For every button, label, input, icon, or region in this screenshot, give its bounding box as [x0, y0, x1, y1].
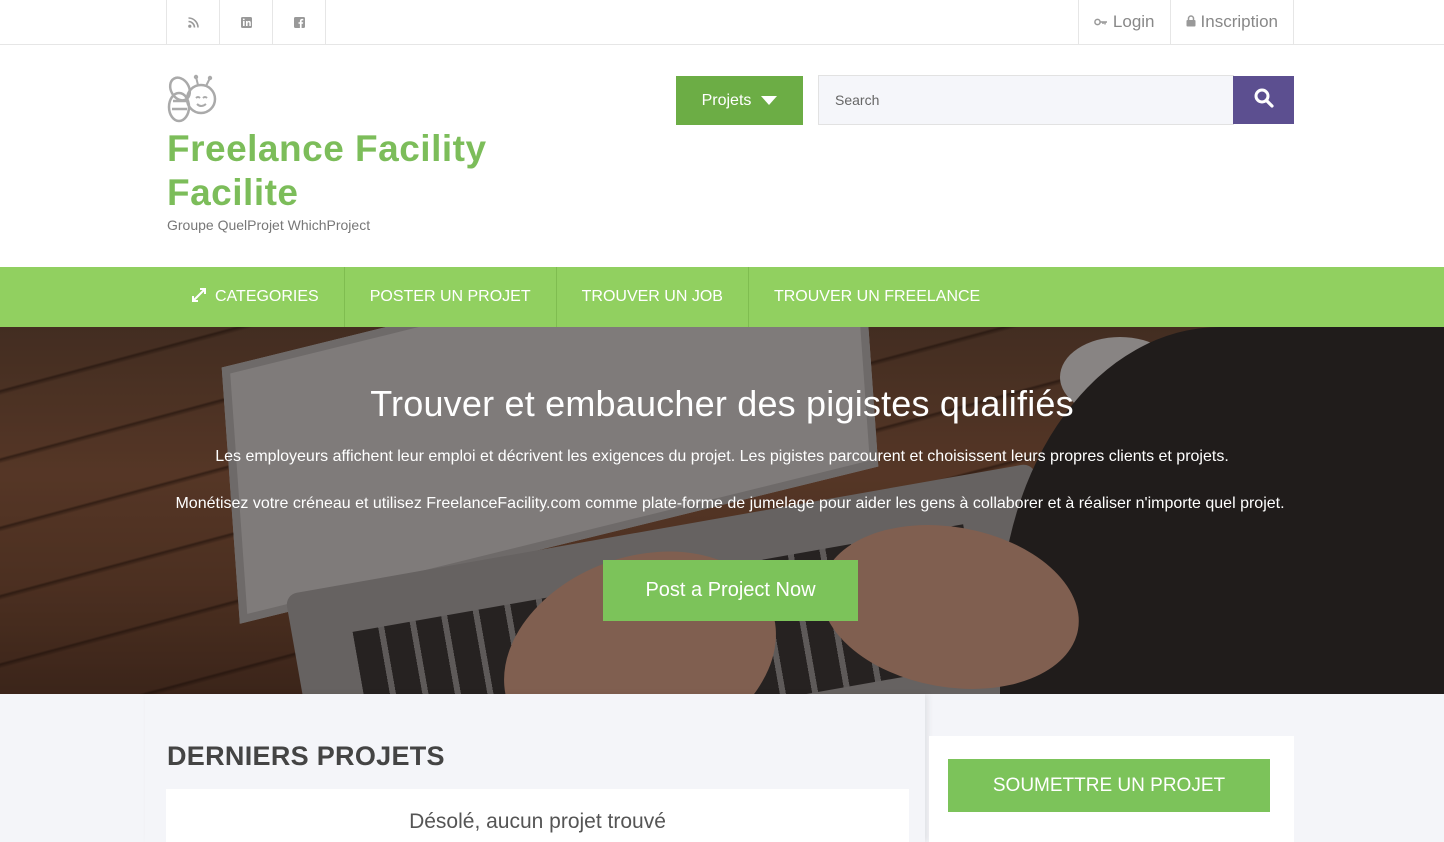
projets-label: Projets — [701, 91, 752, 109]
key-icon — [1094, 15, 1108, 30]
empty-projects-card: Désolé, aucun projet trouvé — [166, 789, 909, 842]
lock-icon — [1186, 14, 1196, 30]
nav-label-categories: CATEGORIES — [215, 288, 319, 305]
search-icon — [1254, 88, 1274, 113]
hero-title: Trouver et embaucher des pigistes qualif… — [370, 383, 1074, 424]
nav-label-poster-projet: POSTER UN PROJET — [369, 288, 531, 305]
bee-logo-icon[interactable] — [166, 73, 218, 125]
auth-links: Login Inscription — [1077, 0, 1294, 44]
empty-message: Désolé, aucun projet trouvé — [409, 810, 666, 833]
search-input[interactable] — [818, 75, 1234, 125]
caret-down-icon — [761, 96, 778, 105]
nav-item-trouver-freelance[interactable]: TROUVER UN FREELANCE — [749, 267, 1005, 327]
submit-project-button[interactable]: SOUMETTRE UN PROJET — [948, 759, 1270, 812]
register-label: Inscription — [1200, 12, 1278, 31]
expand-arrows-icon — [191, 287, 207, 308]
social-links — [166, 0, 326, 44]
rss-icon[interactable] — [167, 0, 220, 44]
nav-item-categories[interactable]: CATEGORIES — [166, 267, 345, 327]
projets-dropdown-button[interactable]: Projets — [676, 76, 803, 125]
search-button[interactable] — [1233, 76, 1294, 124]
hero-banner: Trouver et embaucher des pigistes qualif… — [0, 327, 1444, 694]
main-nav: CATEGORIES POSTER UN PROJET TROUVER UN J… — [0, 267, 1444, 327]
site-title[interactable]: Freelance Facility Facilite — [167, 127, 527, 215]
post-project-button[interactable]: Post a Project Now — [603, 560, 858, 621]
top-bar: Login Inscription — [0, 0, 1444, 45]
section-title: DERNIERS PROJETS — [167, 741, 445, 771]
linkedin-icon[interactable] — [220, 0, 273, 44]
hero-description-1: Les employeurs affichent leur emploi et … — [215, 448, 1229, 465]
login-label: Login — [1112, 12, 1155, 31]
login-link[interactable]: Login — [1079, 0, 1171, 44]
nav-label-trouver-job: TROUVER UN JOB — [581, 288, 723, 305]
register-link[interactable]: Inscription — [1171, 0, 1294, 44]
nav-label-trouver-freelance: TROUVER UN FREELANCE — [773, 288, 981, 305]
nav-item-trouver-job[interactable]: TROUVER UN JOB — [557, 267, 749, 327]
nav-item-poster-projet[interactable]: POSTER UN PROJET — [345, 267, 557, 327]
hero-description-2: Monétisez votre créneau et utilisez Free… — [175, 495, 1285, 512]
site-tagline: Groupe QuelProjet WhichProject — [167, 217, 371, 233]
facebook-icon[interactable] — [273, 0, 326, 44]
